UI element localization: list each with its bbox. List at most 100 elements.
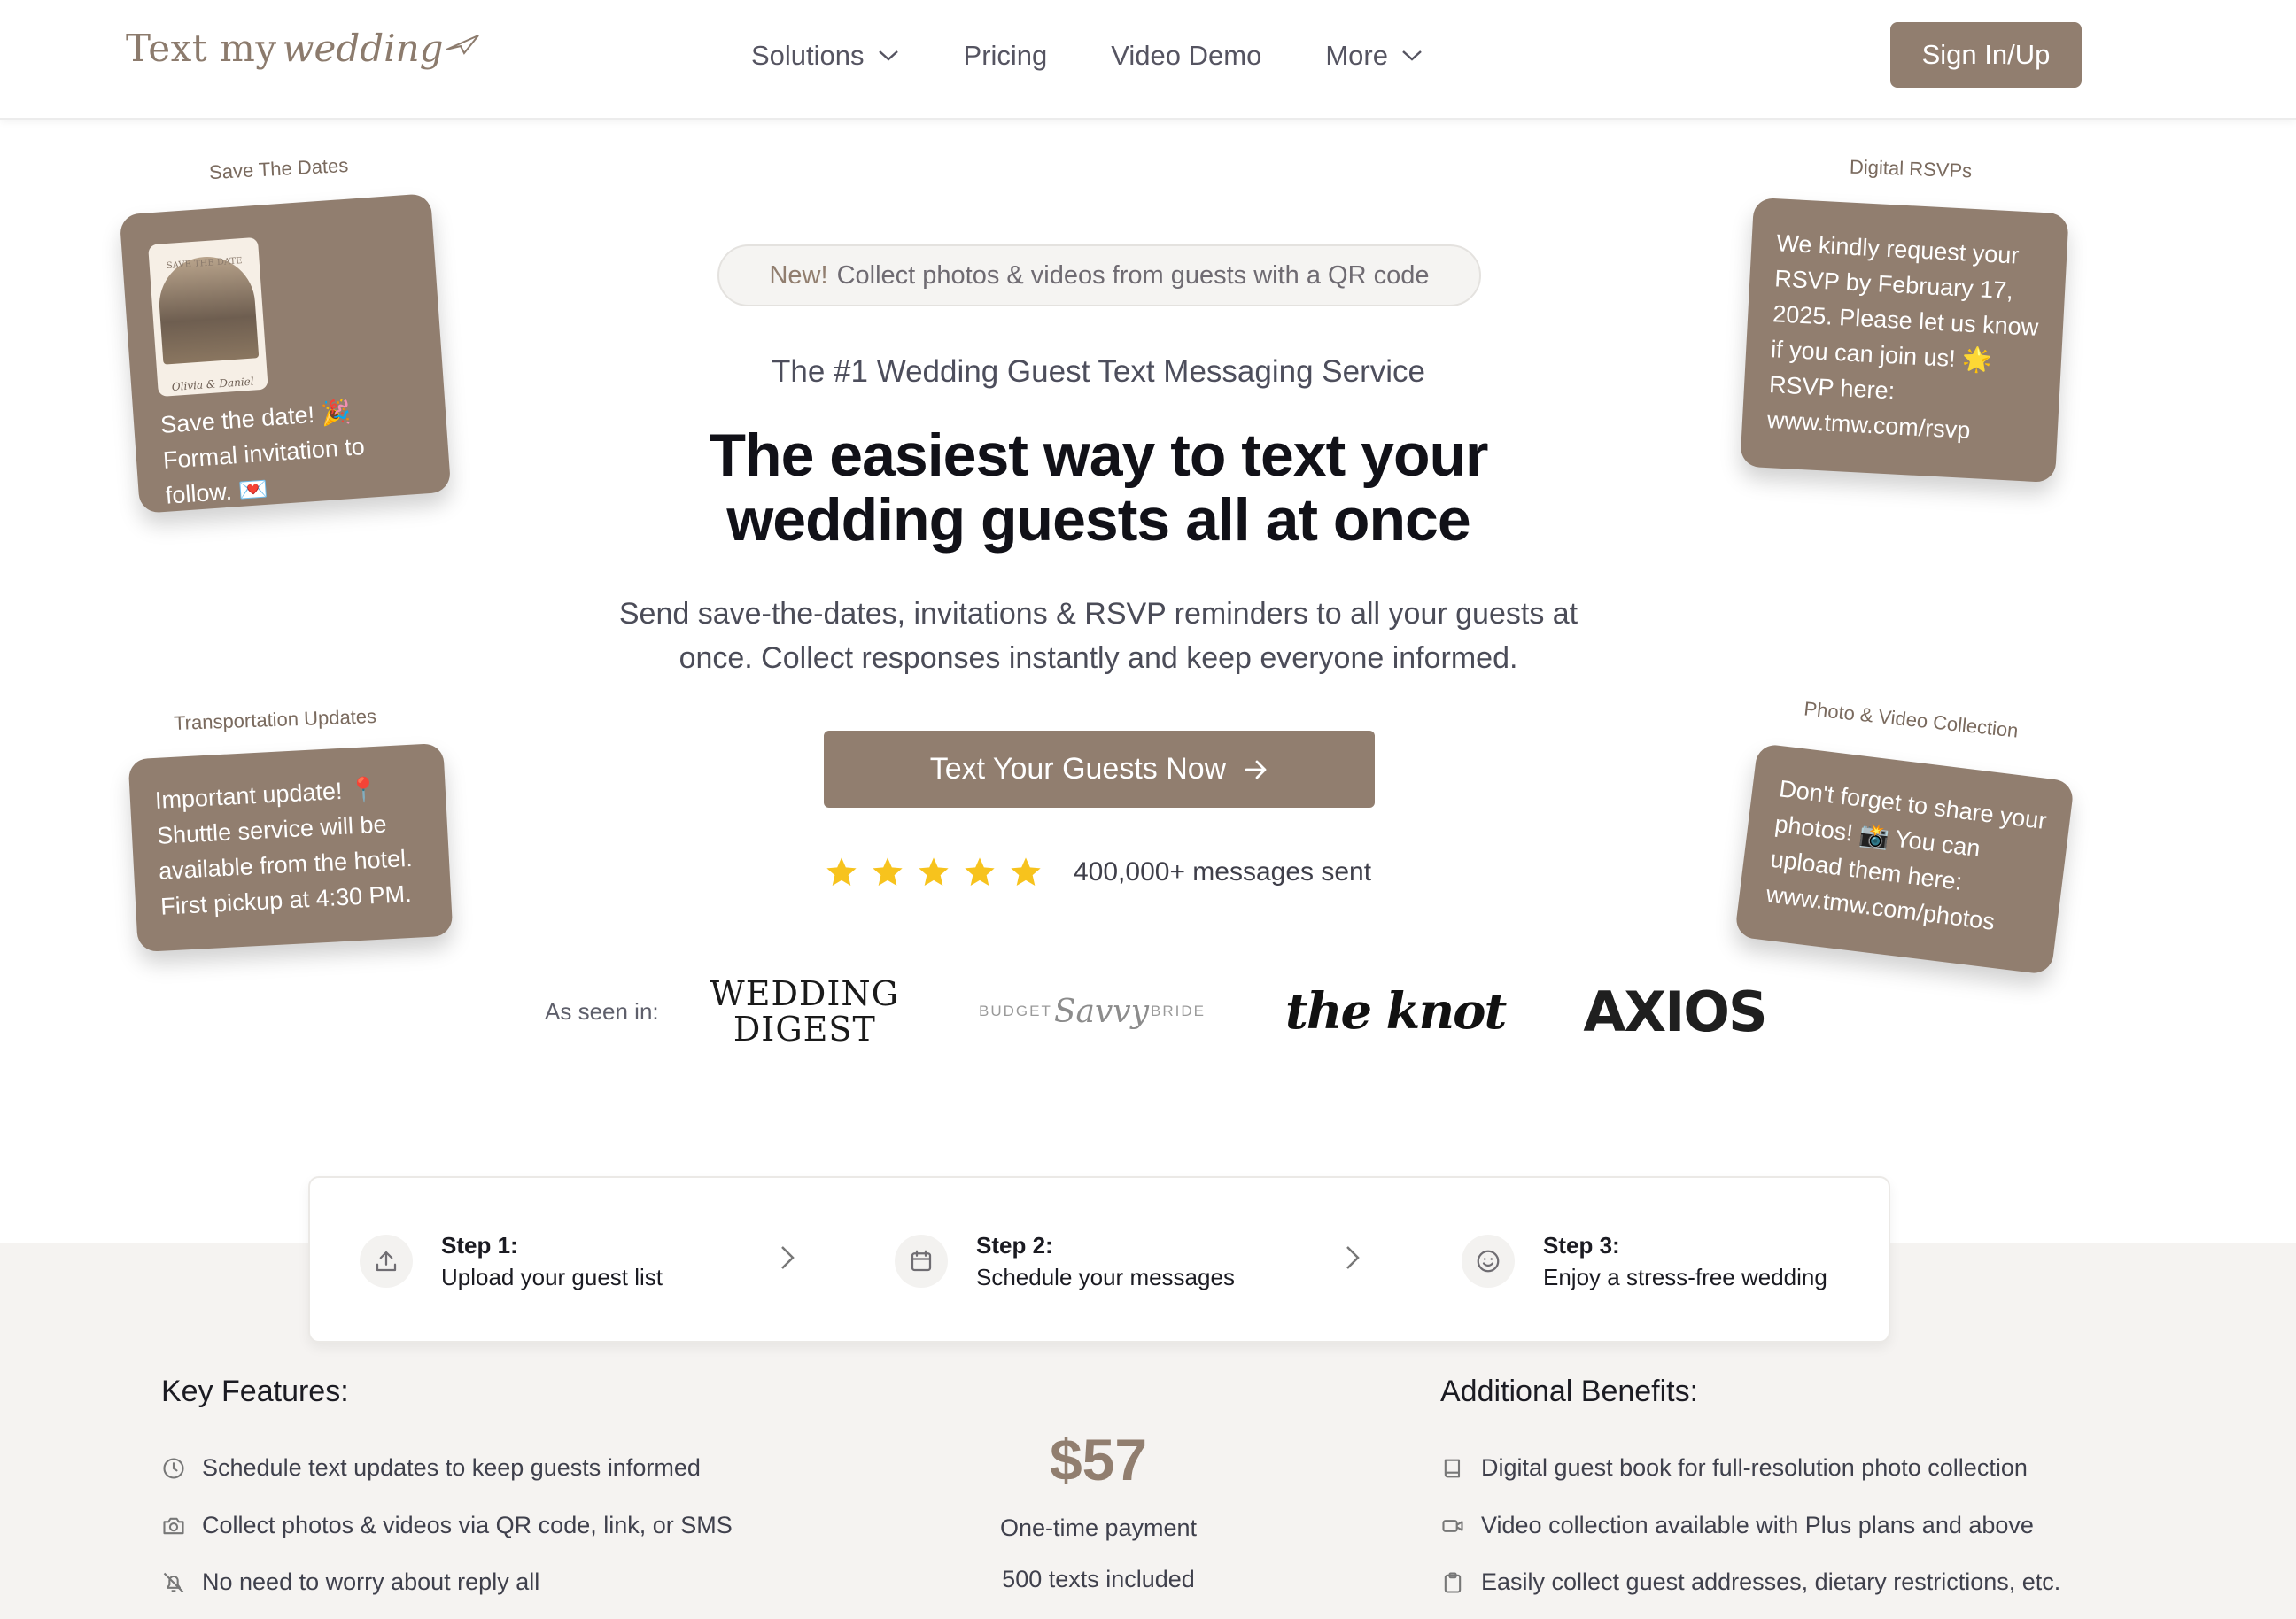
video-icon (1442, 1519, 1463, 1532)
badge-new-label: New! (769, 260, 828, 290)
cta-label: Text Your Guests Now (929, 752, 1227, 786)
hero-description: Send save-the-dates, invitations & RSVP … (0, 592, 2197, 680)
clipboard-icon (1444, 1571, 1462, 1593)
hero-description-line-1: Send save-the-dates, invitations & RSVP … (618, 597, 1578, 631)
chevron-right-icon (781, 1246, 795, 1269)
step-3: Step 3: Enjoy a stress-free wedding (1462, 1178, 1827, 1344)
price-amount: $57 (1049, 1427, 1148, 1492)
price-note-1: One-time payment (999, 1514, 1198, 1541)
sign-in-button[interactable]: Sign In/Up (1890, 22, 2082, 88)
as-seen-in: As seen in: WEDDING DIGEST BUDGET Savvy … (545, 965, 1768, 1057)
chevron-down-icon (1402, 50, 1422, 61)
budget-savvy-bride-logo: BUDGET Savvy BRIDE (979, 994, 1206, 1030)
star-icon (919, 857, 949, 886)
wedding-digest-logo: WEDDING DIGEST (710, 976, 899, 1047)
feature-item: Collect photos & videos via QR code, lin… (161, 1512, 733, 1539)
nav-video-demo-label: Video Demo (1111, 40, 1262, 71)
pricing-block: $57 (957, 1426, 1240, 1493)
nav-video-demo[interactable]: Video Demo (1111, 40, 1261, 72)
star-icon (826, 857, 857, 886)
text-your-guests-button[interactable]: Text Your Guests Now (824, 731, 1375, 808)
step-2-text: Step 2: Schedule your messages (976, 1229, 1235, 1293)
logo-text: Text my (126, 27, 277, 70)
paper-plane-icon (446, 35, 479, 55)
benefit-item: Digital guest book for full-resolution p… (1440, 1454, 2028, 1482)
step-title: Step 3: (1543, 1232, 1620, 1259)
nav-solutions[interactable]: Solutions (751, 40, 900, 72)
book-icon (1444, 1459, 1461, 1477)
chevron-down-icon (878, 50, 898, 61)
nav-pricing-label: Pricing (963, 40, 1048, 71)
additional-benefits-heading: Additional Benefits: (1440, 1375, 1699, 1408)
smile-icon (1462, 1235, 1515, 1288)
star-icon (1011, 857, 1041, 886)
steps-card: Step 1: Upload your guest list Step 2: S… (308, 1176, 1890, 1343)
hero-title: The easiest way to text your wedding gue… (0, 423, 2197, 553)
key-features-heading: Key Features: (161, 1375, 349, 1408)
axios-logo: AXIOS (1583, 979, 1767, 1044)
nav-more[interactable]: More (1325, 40, 1423, 72)
bsb-left: BUDGET (979, 1003, 1052, 1019)
hero-subtitle: The #1 Wedding Guest Text Messaging Serv… (772, 354, 1425, 389)
feature-item: Schedule text updates to keep guests inf… (161, 1454, 701, 1482)
card-label: Transportation Updates (173, 705, 377, 734)
feature-text: Schedule text updates to keep guests inf… (202, 1454, 701, 1481)
card-message: Important update! 📍 Shuttle service will… (154, 775, 414, 920)
step-1-text: Step 1: Upload your guest list (441, 1229, 663, 1293)
card-label: Digital RSVPs (1849, 155, 1973, 182)
step-3-text: Step 3: Enjoy a stress-free wedding (1543, 1229, 1827, 1293)
camera-icon (163, 1517, 184, 1534)
bsb-script: Savvy (1053, 993, 1149, 1030)
benefit-text: Video collection available with Plus pla… (1481, 1512, 2034, 1538)
nav-more-label: More (1325, 40, 1388, 71)
step-title: Step 2: (976, 1232, 1053, 1259)
hero-title-line-2: wedding guests all at once (726, 486, 1470, 554)
calendar-icon (895, 1235, 948, 1288)
benefit-item: Video collection available with Plus pla… (1440, 1512, 2034, 1539)
card-message: We kindly request your RSVP by February … (1766, 229, 2039, 445)
logo-script-text: wedding (282, 27, 444, 70)
card-label: Save The Dates (208, 153, 349, 184)
arrow-right-icon (1245, 760, 1267, 779)
step-1: Step 1: Upload your guest list (360, 1178, 663, 1344)
nav-pricing[interactable]: Pricing (964, 40, 1048, 72)
logo[interactable]: Text my wedding (126, 27, 479, 89)
benefit-item: Easily collect guest addresses, dietary … (1440, 1569, 2060, 1596)
the-knot-logo: the knot (1284, 982, 1507, 1041)
wedding-digest-line-2: DIGEST (733, 1010, 876, 1049)
hero-description-line-2: once. Collect responses instantly and ke… (679, 641, 1518, 675)
feature-text: No need to worry about reply all (202, 1569, 540, 1595)
step-description: Schedule your messages (976, 1264, 1235, 1290)
announcement-badge[interactable]: New! Collect photos & videos from guests… (718, 244, 1481, 306)
star-rating (824, 855, 1043, 890)
as-seen-in-label: As seen in: (545, 997, 659, 1025)
rating: 400,000+ messages sent (824, 855, 1371, 890)
benefit-text: Digital guest book for full-resolution p… (1481, 1454, 2028, 1481)
nav-solutions-label: Solutions (751, 40, 865, 71)
bsb-right: BRIDE (1150, 1003, 1206, 1019)
wedding-digest-line-1: WEDDING (710, 974, 899, 1013)
price-note-2: 500 texts included (1002, 1566, 1195, 1592)
star-icon (965, 857, 995, 886)
badge-text: Collect photos & videos from guests with… (836, 260, 1430, 290)
clock-icon (163, 1457, 184, 1479)
star-icon (873, 857, 903, 886)
card-bubble: Important update! 📍 Shuttle service will… (128, 742, 454, 953)
card-bubble: Don't forget to share your photos! 📸 You… (1734, 742, 2075, 976)
feature-item: No need to worry about reply all (161, 1569, 539, 1596)
hero-title-line-1: The easiest way to text your (709, 422, 1489, 489)
benefit-text: Easily collect guest addresses, dietary … (1481, 1569, 2061, 1595)
top-navbar: Text my wedding Solutions Pricing Video … (0, 0, 2296, 120)
feature-text: Collect photos & videos via QR code, lin… (202, 1512, 733, 1538)
messages-sent-count: 400,000+ messages sent (1074, 857, 1372, 887)
bell-off-icon (163, 1572, 184, 1592)
card-message: Don't forget to share your photos! 📸 You… (1765, 775, 2049, 935)
card-label: Photo & Video Collection (1803, 697, 2020, 742)
step-2: Step 2: Schedule your messages (895, 1178, 1235, 1344)
chevron-right-icon (1346, 1246, 1360, 1269)
step-description: Enjoy a stress-free wedding (1543, 1264, 1827, 1290)
step-title: Step 1: (441, 1232, 518, 1259)
upload-icon (360, 1235, 413, 1288)
step-description: Upload your guest list (441, 1264, 663, 1290)
main-nav: Solutions Pricing Video Demo More (751, 34, 1487, 78)
